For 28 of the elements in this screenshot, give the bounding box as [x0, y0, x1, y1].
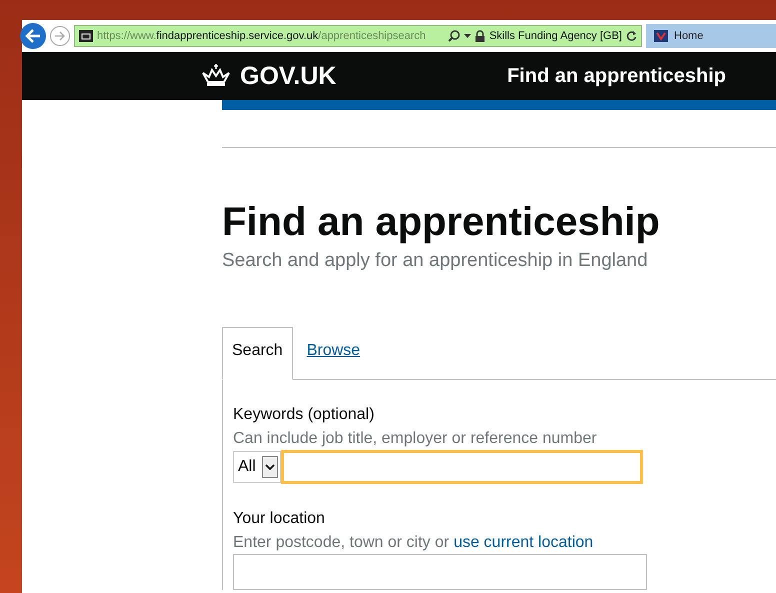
service-name[interactable]: Find an apprenticeship [507, 64, 726, 88]
refresh-icon[interactable] [626, 30, 637, 42]
page-title: Find an apprenticeship [222, 200, 661, 244]
location-input-field[interactable] [233, 554, 647, 590]
back-arrow-icon [25, 29, 41, 43]
caret-icon [264, 464, 275, 470]
forward-arrow-icon [54, 31, 66, 41]
address-bar[interactable]: https://www.findapprenticeship.service.gov.uk/apprenticeshipsearch Skills Funding Agency [GB] [74, 25, 642, 47]
back-button[interactable] [20, 23, 46, 49]
field-label: Keywords (optional) [233, 406, 376, 424]
page-subtitle: Search and apply for an apprenticeship in England [222, 250, 649, 272]
crown-icon [200, 64, 232, 88]
search-icon[interactable] [448, 30, 460, 42]
browse-tab[interactable]: Browse [292, 328, 370, 379]
scope-dropdown[interactable]: All [233, 451, 281, 483]
site-icon [79, 30, 93, 42]
current-location-link[interactable]: use current location [454, 534, 594, 551]
site-identity: Skills Funding Agency [GB] [489, 30, 622, 42]
search-tab[interactable]: Search [222, 327, 293, 380]
browser-tab[interactable]: Home [646, 24, 776, 48]
govuk-logo[interactable]: GOV.UK [240, 62, 336, 90]
field-label: Your location [233, 510, 326, 528]
lock-icon [475, 30, 486, 42]
field-hint: Can include job title, employer or reference number [233, 430, 598, 448]
site-icon [654, 30, 668, 42]
field-hint: Enter postcode, town or city or use current location [233, 534, 594, 552]
keywords-input-field[interactable] [280, 450, 643, 484]
caret-icon[interactable] [464, 34, 472, 38]
